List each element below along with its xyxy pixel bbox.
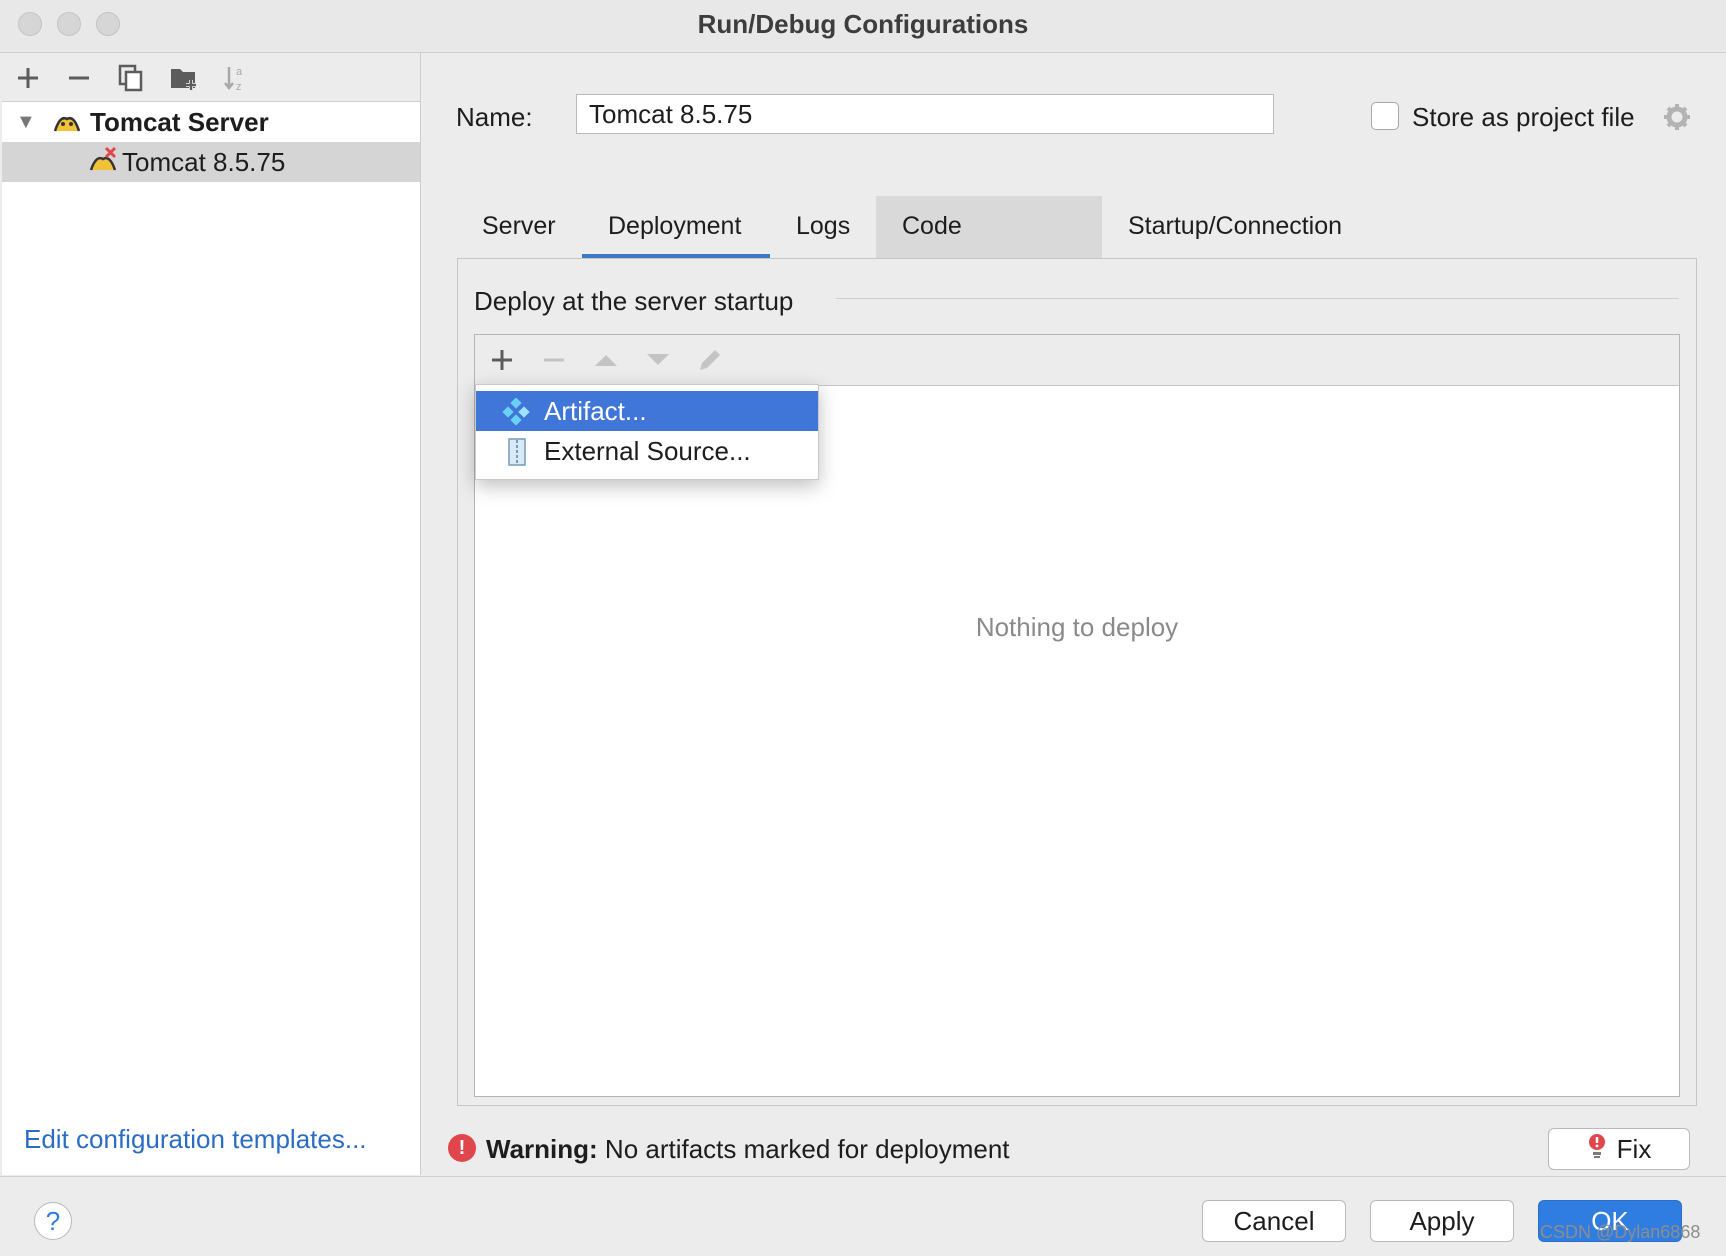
move-up-icon[interactable] xyxy=(590,344,622,376)
tree-group-label: Tomcat Server xyxy=(90,107,269,137)
expand-arrow-icon[interactable]: ▼ xyxy=(16,102,36,142)
tomcat-icon xyxy=(52,108,82,136)
store-as-project-label: Store as project file xyxy=(1412,102,1635,132)
tab-startup-connection[interactable]: Startup/Connection xyxy=(1102,196,1368,258)
configurations-tree-pane xyxy=(2,53,421,1175)
bulb-alert-icon xyxy=(1587,1131,1607,1171)
warning-message: Warning: No artifacts marked for deploym… xyxy=(486,1134,1010,1165)
tab-logs[interactable]: Logs xyxy=(770,196,876,258)
warning-title: Warning: xyxy=(486,1134,598,1164)
menu-item-label: Artifact... xyxy=(544,396,647,426)
apply-button[interactable]: Apply xyxy=(1370,1200,1514,1242)
menu-item-artifact[interactable]: Artifact... xyxy=(476,391,818,431)
svg-text:z: z xyxy=(236,81,242,93)
archive-icon xyxy=(506,437,528,466)
fix-label: Fix xyxy=(1616,1134,1652,1164)
tree-group-tomcat-server[interactable]: ▼ Tomcat Server xyxy=(2,102,420,142)
folder-add-icon[interactable] xyxy=(168,62,200,94)
remove-icon[interactable] xyxy=(538,344,570,376)
name-field[interactable]: Tomcat 8.5.75 xyxy=(576,94,1274,134)
plus-icon[interactable] xyxy=(12,62,44,94)
svg-text:a: a xyxy=(236,66,243,78)
section-title: Deploy at the server startup xyxy=(474,286,794,316)
artifact-icon xyxy=(502,397,530,426)
gear-icon[interactable] xyxy=(1662,102,1692,132)
empty-state-text: Nothing to deploy xyxy=(975,612,1179,642)
tree-item-label: Tomcat 8.5.75 xyxy=(122,147,286,177)
tab-server[interactable]: Server xyxy=(456,196,582,258)
tomcat-error-icon xyxy=(88,146,118,176)
add-icon[interactable] xyxy=(486,344,518,376)
menu-item-label: External Source... xyxy=(544,436,751,466)
tab-deployment[interactable]: Deployment xyxy=(582,196,767,258)
tab-code-coverage[interactable]: Code Coverage xyxy=(876,196,1102,300)
watermark: CSDN @Dylan6868 xyxy=(1540,1222,1701,1242)
help-button[interactable]: ? xyxy=(34,1202,72,1240)
warning-icon: ! xyxy=(448,1134,476,1162)
warning-text: No artifacts marked for deployment xyxy=(604,1134,1010,1164)
edit-pencil-icon[interactable] xyxy=(694,344,726,376)
section-divider xyxy=(836,298,1679,299)
sort-az-icon[interactable]: az xyxy=(220,62,252,94)
name-label: Name: xyxy=(456,102,533,132)
menu-item-external-source[interactable]: External Source... xyxy=(476,431,818,471)
copy-icon[interactable] xyxy=(115,62,147,94)
window-title: Run/Debug Configurations xyxy=(697,9,1029,39)
move-down-icon[interactable] xyxy=(642,344,674,376)
tree-item-tomcat-config[interactable]: Tomcat 8.5.75 xyxy=(2,142,420,182)
minus-icon[interactable] xyxy=(63,62,95,94)
store-as-project-checkbox[interactable] xyxy=(1371,102,1399,130)
fix-button[interactable]: Fix xyxy=(1548,1128,1690,1170)
bottom-divider xyxy=(0,1176,1726,1177)
edit-templates-link[interactable]: Edit configuration templates... xyxy=(24,1124,367,1155)
cancel-button[interactable]: Cancel xyxy=(1202,1200,1346,1242)
